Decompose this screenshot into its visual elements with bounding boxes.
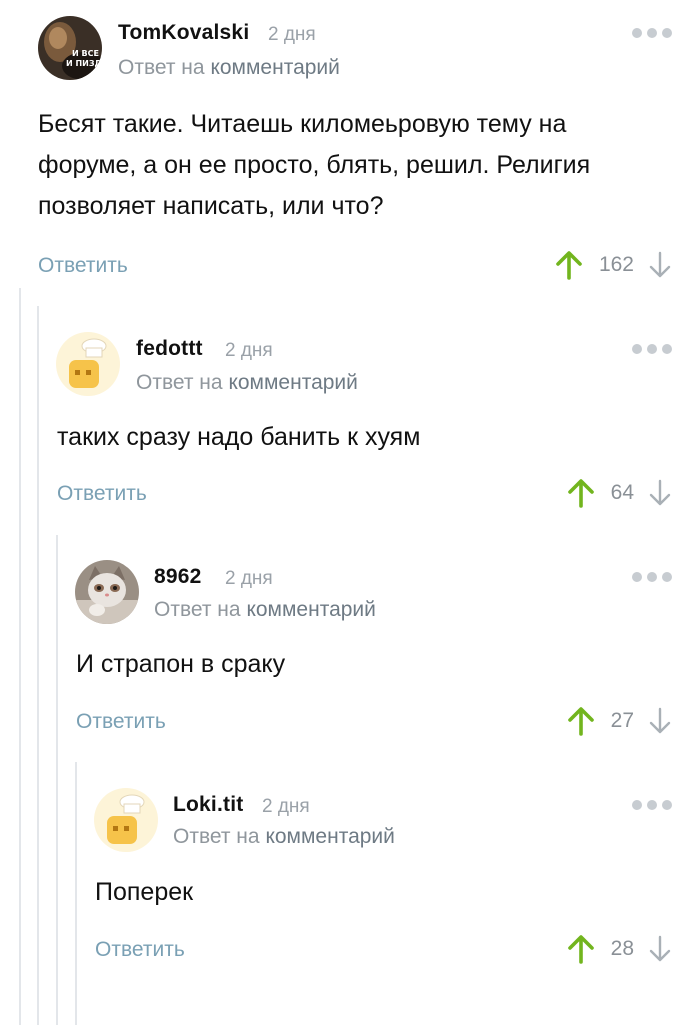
reply-to-link[interactable]: комментарий xyxy=(228,371,357,394)
more-options-button[interactable] xyxy=(632,28,672,42)
downvote-arrow-icon[interactable] xyxy=(646,477,674,509)
reply-to-link[interactable]: комментарий xyxy=(246,598,375,621)
kitten-photo-avatar-icon xyxy=(75,560,139,624)
reply-to-prefix: Ответ на xyxy=(136,371,223,394)
rating-score: 162 xyxy=(598,253,634,276)
reply-to: Ответ на комментарий xyxy=(173,825,395,849)
reply-to-prefix: Ответ на xyxy=(118,56,205,79)
rating-score: 64 xyxy=(610,481,634,504)
more-options-button[interactable] xyxy=(632,344,672,358)
reply-to-prefix: Ответ на xyxy=(154,598,241,621)
reply-to: Ответ на комментарий xyxy=(154,598,376,622)
avatar[interactable] xyxy=(94,788,158,852)
reply-button[interactable]: Ответить xyxy=(76,710,166,734)
comment-text: И страпон в сраку xyxy=(76,650,286,678)
vote-controls: 27 xyxy=(565,701,674,741)
author-name[interactable]: Loki.tit xyxy=(173,793,243,817)
reply-button[interactable]: Ответить xyxy=(38,254,128,278)
thread-line xyxy=(56,535,58,1025)
reply-button[interactable]: Ответить xyxy=(57,482,147,506)
upvote-arrow-icon[interactable] xyxy=(565,705,597,737)
default-toast-avatar-icon xyxy=(94,788,158,852)
comment-date: 2 дня xyxy=(225,340,273,361)
avatar[interactable] xyxy=(56,332,120,396)
vote-controls: 162 xyxy=(553,245,674,285)
thread-line xyxy=(19,288,21,1025)
avatar[interactable] xyxy=(75,560,139,624)
upvote-arrow-icon[interactable] xyxy=(553,249,585,281)
author-name[interactable]: TomKovalski xyxy=(118,21,249,45)
comment-text: таких сразу надо банить к хуям xyxy=(57,423,421,451)
upvote-arrow-icon[interactable] xyxy=(565,933,597,965)
svg-text:И ПИЗДЕЦ: И ПИЗДЕЦ xyxy=(66,59,102,68)
thread-line xyxy=(37,306,39,1025)
comment-text: Бесят такие. Читаешь киломеьровую тему н… xyxy=(38,110,591,220)
rating-score: 27 xyxy=(610,709,634,732)
reply-to-link[interactable]: комментарий xyxy=(265,825,394,848)
rating-score: 28 xyxy=(610,937,634,960)
reply-to-prefix: Ответ на xyxy=(173,825,260,848)
downvote-arrow-icon[interactable] xyxy=(646,249,674,281)
comment-date: 2 дня xyxy=(262,796,310,817)
downvote-arrow-icon[interactable] xyxy=(646,933,674,965)
reply-to: Ответ на комментарий xyxy=(136,371,358,395)
avatar[interactable]: И ВСЕ И ПИЗДЕЦ xyxy=(38,16,102,80)
downvote-arrow-icon[interactable] xyxy=(646,705,674,737)
thread-line xyxy=(75,762,77,1025)
comment-text: Поперек xyxy=(95,878,194,906)
reply-button[interactable]: Ответить xyxy=(95,938,185,962)
default-toast-avatar-icon xyxy=(56,332,120,396)
vote-controls: 28 xyxy=(565,929,674,969)
author-name[interactable]: 8962 xyxy=(154,565,202,589)
upvote-arrow-icon[interactable] xyxy=(565,477,597,509)
reply-to-link[interactable]: комментарий xyxy=(210,56,339,79)
svg-text:И ВСЕ: И ВСЕ xyxy=(72,49,99,58)
vote-controls: 64 xyxy=(565,473,674,513)
comment-date: 2 дня xyxy=(268,24,316,45)
reply-to: Ответ на комментарий xyxy=(118,56,340,80)
comment-date: 2 дня xyxy=(225,568,273,589)
more-options-button[interactable] xyxy=(632,572,672,586)
more-options-button[interactable] xyxy=(632,800,672,814)
dark-meme-avatar-icon: И ВСЕ И ПИЗДЕЦ xyxy=(38,16,102,80)
author-name[interactable]: fedottt xyxy=(136,337,203,361)
